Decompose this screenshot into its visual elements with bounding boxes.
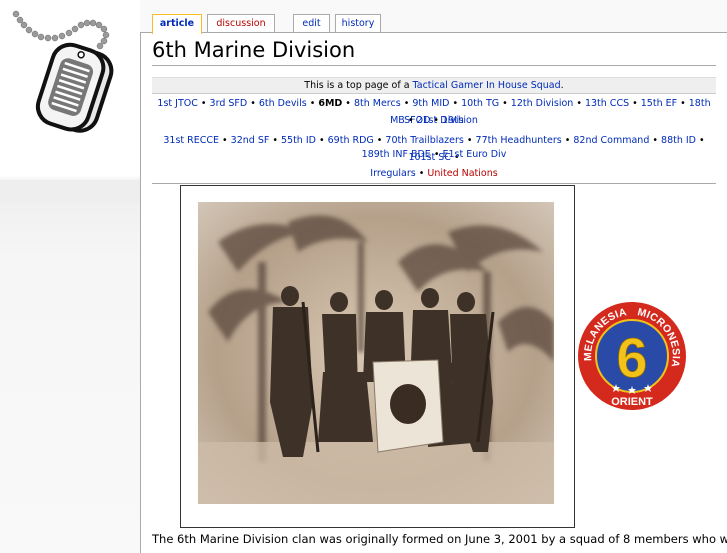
page-title: 6th Marine Division xyxy=(152,38,356,62)
navbox-link[interactable]: 12th Division xyxy=(511,98,574,109)
navbox-row-5: Irregulars • United Nations xyxy=(152,165,716,182)
navbox-separator: • xyxy=(247,98,259,109)
navbox-separator: • xyxy=(415,168,428,179)
navbox-divider xyxy=(152,183,716,184)
navbox-separator: • xyxy=(449,98,462,109)
navbox-separator: • xyxy=(306,98,319,109)
tab-history[interactable]: history xyxy=(335,14,381,32)
navbox-link: 6MD xyxy=(318,98,343,109)
navbox-link[interactable]: 21st Division xyxy=(416,115,477,126)
navbox-row-4: 189th INF BDE • E1st Euro Div xyxy=(152,146,716,163)
navbox-link[interactable]: 189th INF BDE xyxy=(362,149,431,160)
navbox-separator: • xyxy=(404,115,417,126)
sidebar xyxy=(0,0,140,545)
navbox-separator: • xyxy=(561,135,574,146)
division-emblem-icon: MELANESIA MICRONESIA ORIENT 6 xyxy=(578,302,686,410)
title-divider xyxy=(152,65,716,66)
navbox-row-2: MB • 21st Division xyxy=(152,112,716,129)
navbox-separator: • xyxy=(219,135,231,146)
dog-tags-logo-icon[interactable] xyxy=(8,4,128,139)
navbox-link[interactable]: 69th RDG xyxy=(328,135,374,146)
navbox-separator: • xyxy=(315,135,328,146)
navbox-separator: • xyxy=(400,98,413,109)
tab-discussion[interactable]: discussion xyxy=(207,14,275,32)
emblem-number: 6 xyxy=(616,326,647,389)
navbox-link[interactable]: 82nd Command xyxy=(573,135,649,146)
navbox-link[interactable]: 88th ID xyxy=(661,135,696,146)
navbox-separator: • xyxy=(373,135,386,146)
tab-edit[interactable]: edit xyxy=(293,14,330,32)
navbox-separator: • xyxy=(342,98,354,109)
navbox-link[interactable]: 55th ID xyxy=(281,135,316,146)
navbox-link[interactable]: United Nations xyxy=(427,168,497,179)
navbox-separator: • xyxy=(430,149,443,160)
sidebar-separator xyxy=(0,180,140,202)
navbox-separator: • xyxy=(463,135,476,146)
navbox-title-link[interactable]: Tactical Gamer In House Squad xyxy=(413,80,561,91)
navbox-link[interactable]: 31st RECCE xyxy=(163,135,219,146)
navbox-link[interactable]: 70th Trailblazers xyxy=(385,135,463,146)
navbox-title-prefix: This is a top page of a xyxy=(304,80,413,91)
navbox-link[interactable]: 6th Devils xyxy=(259,98,307,109)
navbox-link[interactable]: E1st Euro Div xyxy=(442,149,506,160)
navbox: This is a top page of a Tactical Gamer I… xyxy=(152,77,716,184)
navbox-separator: • xyxy=(573,98,585,109)
navbox-separator: • xyxy=(499,98,511,109)
navbox-separator: • xyxy=(629,98,641,109)
navbox-separator: • xyxy=(269,135,281,146)
navbox-link[interactable]: 32nd SF xyxy=(231,135,270,146)
navbox-separator: • xyxy=(696,135,705,146)
emblem-text-bottom: ORIENT xyxy=(611,396,653,408)
navbox-separator: • xyxy=(649,135,662,146)
navbox-title-suffix: . xyxy=(560,80,564,91)
navbox-link[interactable]: 9th MID xyxy=(412,98,449,109)
tab-article[interactable]: article xyxy=(152,14,202,34)
navbox-link[interactable]: 13th CCS xyxy=(585,98,629,109)
navbox-separator: • xyxy=(677,98,689,109)
navbox-link[interactable]: 15th EF xyxy=(641,98,677,109)
navbox-link[interactable]: 1st JTOC xyxy=(157,98,197,109)
navbox-link[interactable]: Irregulars xyxy=(370,168,415,179)
photo-frame xyxy=(180,185,575,528)
navbox-title: This is a top page of a Tactical Gamer I… xyxy=(152,77,716,94)
navbox-link[interactable]: 77th Headhunters xyxy=(476,135,562,146)
navbox-separator: • xyxy=(197,98,210,109)
navbox-link[interactable]: 8th Mercs xyxy=(354,98,401,109)
soldiers-photo-image[interactable] xyxy=(198,202,554,504)
navbox-link[interactable]: 3rd SFD xyxy=(210,98,248,109)
navbox-link[interactable]: 10th TG xyxy=(461,98,499,109)
navbox-link[interactable]: MB xyxy=(390,115,405,126)
